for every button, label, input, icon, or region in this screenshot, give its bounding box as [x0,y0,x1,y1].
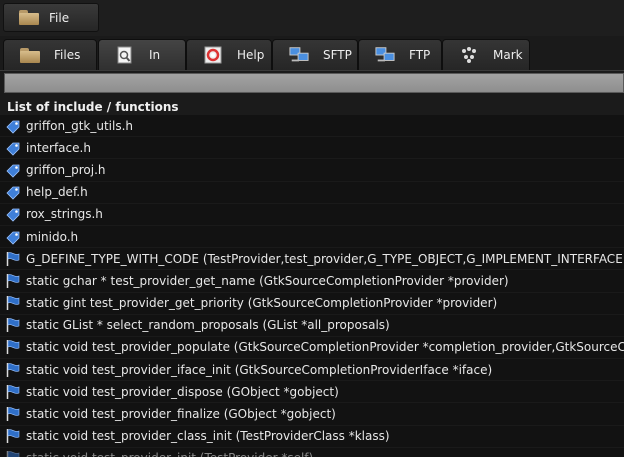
tab-ftp[interactable]: FTP [358,39,442,70]
function-flag-icon [5,317,21,333]
header-file-tag-icon [5,184,21,200]
function-flag-icon [5,384,21,400]
function-flag-icon [5,339,21,355]
tab-ftp-label: FTP [409,48,431,62]
list-item[interactable]: static gchar * test_provider_get_name (G… [0,270,624,293]
tab-files[interactable]: Files [3,39,97,70]
function-flag-icon [5,450,21,457]
list-item[interactable]: interface.h [0,137,624,160]
list-item[interactable]: static gint test_provider_get_priority (… [0,293,624,315]
menu-bar: File [0,0,624,36]
list-item[interactable]: static void test_provider_populate (GtkS… [0,337,624,360]
tab-help[interactable]: Help [186,39,272,70]
list-item[interactable]: static void test_provider_finalize (GObj… [0,403,624,426]
function-flag-icon [5,251,21,267]
search-input[interactable] [4,73,624,93]
list-item-label: minido.h [26,229,79,244]
list-item-label: static gchar * test_provider_get_name (G… [26,273,509,288]
list-item-label: griffon_gtk_utils.h [26,118,134,133]
file-menu-label: File [49,10,70,25]
tab-files-label: Files [54,48,81,62]
tab-help-label: Help [237,48,265,62]
list-item-label: interface.h [26,140,91,155]
function-flag-icon [5,362,21,378]
list-item[interactable]: static GList * select_random_proposals (… [0,315,624,337]
tab-mark-label: Mark [493,48,523,62]
list-item-label: static void test_provider_iface_init (Gt… [26,362,493,377]
list-item[interactable]: rox_strings.h [0,204,624,226]
header-file-tag-icon [5,118,21,134]
network-computers-icon [289,46,309,64]
list-item-label: rox_strings.h [26,207,103,222]
list-item[interactable]: static void test_provider_class_init (Te… [0,426,624,448]
list-item-label: static GList * select_random_proposals (… [26,318,390,333]
list-item[interactable]: help_def.h [0,182,624,204]
list-item[interactable]: griffon_proj.h [0,159,624,182]
list-header: List of include / functions [7,100,179,114]
list-item[interactable]: static void test_provider_dispose (GObje… [0,381,624,404]
list-item-label: static void test_provider_dispose (GObje… [26,384,339,399]
list-item-label: static void test_provider_init (TestProv… [26,451,313,457]
help-lifebuoy-icon [203,46,223,64]
header-file-tag-icon [5,206,21,222]
list-item[interactable]: griffon_gtk_utils.h [0,115,624,138]
list-item-label: static void test_provider_class_init (Te… [26,429,390,444]
function-flag-icon [5,406,21,422]
list-item[interactable]: static void test_provider_iface_init (Gt… [0,359,624,382]
tab-sftp[interactable]: SFTP [272,39,358,70]
folder-icon [20,46,40,64]
list-item-label: griffon_proj.h [26,162,106,177]
tab-in-label: In [149,48,161,62]
tab-mark[interactable]: Mark [442,39,530,70]
file-menu-button[interactable]: File [3,3,99,32]
header-file-tag-icon [5,140,21,156]
list-item-label: G_DEFINE_TYPE_WITH_CODE (TestProvider,te… [26,251,623,266]
header-file-tag-icon [5,162,21,178]
function-flag-icon [5,295,21,311]
list-item[interactable]: minido.h [0,226,624,249]
list-item[interactable]: static void test_provider_init (TestProv… [0,448,624,457]
list-item-label: help_def.h [26,185,88,200]
list-item-label: static void test_provider_finalize (GObj… [26,407,336,422]
network-computers-icon [375,46,395,64]
folder-icon [19,10,39,25]
tab-bar: Files In Help SFTP FTP Mark [0,36,624,71]
tab-in[interactable]: In [98,39,186,70]
function-flag-icon [5,428,21,444]
function-list[interactable]: griffon_gtk_utils.h interface.h griffon_pr… [0,115,624,457]
list-item[interactable]: G_DEFINE_TYPE_WITH_CODE (TestProvider,te… [0,248,624,271]
header-file-tag-icon [5,229,21,245]
tab-sftp-label: SFTP [323,48,352,62]
list-item-label: static void test_provider_populate (GtkS… [26,340,624,355]
function-flag-icon [5,273,21,289]
document-magnifier-icon [115,46,135,64]
list-item-label: static gint test_provider_get_priority (… [26,296,498,311]
bookmark-dots-icon [459,46,479,64]
